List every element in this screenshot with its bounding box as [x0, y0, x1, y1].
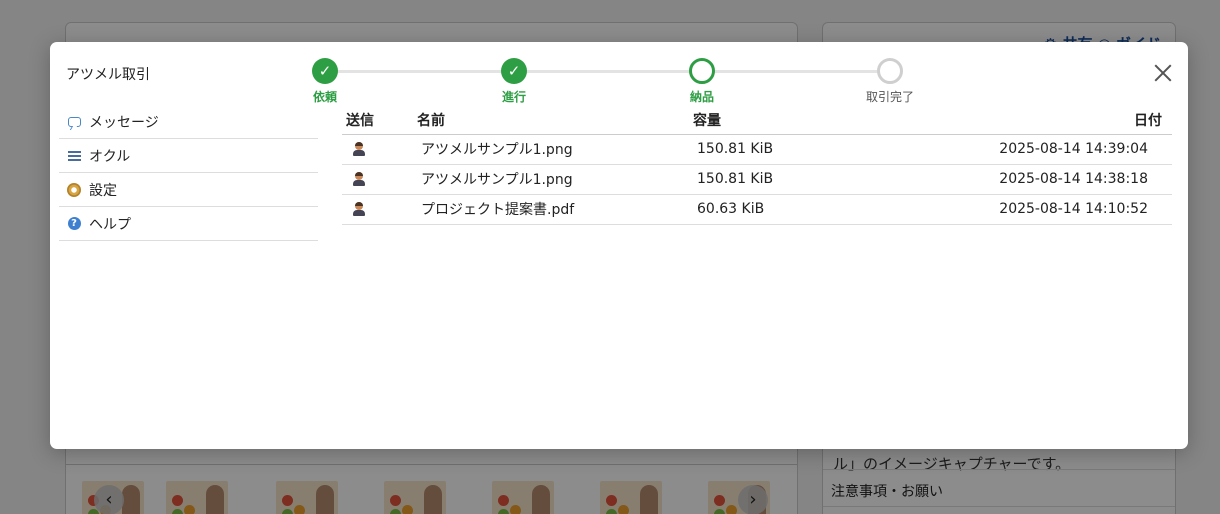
table-row[interactable]: プロジェクト提案書.pdf 60.63 KiB 2025-08-14 14:10… — [342, 194, 1172, 225]
sender-cell — [342, 194, 413, 225]
table-row[interactable]: アツメルサンプル1.png 150.81 KiB 2025-08-14 14:3… — [342, 134, 1172, 165]
stepper-track — [326, 70, 886, 73]
column-header-size[interactable]: 容量 — [689, 106, 889, 135]
gear-icon — [67, 182, 81, 197]
list-icon — [67, 149, 81, 163]
step-complete: 取引完了 — [850, 58, 930, 105]
modal-title: アツメル取引 — [66, 67, 150, 83]
file-name[interactable]: アツメルサンプル1.png — [413, 164, 689, 195]
help-icon: ? — [67, 217, 81, 231]
step-label: 進行 — [501, 90, 526, 104]
sender-cell — [342, 134, 413, 165]
file-name[interactable]: アツメルサンプル1.png — [413, 134, 689, 165]
table-header-row: 送信 名前 容量 日付 — [342, 106, 1172, 135]
file-size: 150.81 KiB — [689, 134, 889, 165]
user-icon — [352, 172, 366, 186]
current-step-icon — [689, 58, 715, 84]
sidebar-item-help[interactable]: ? ヘルプ — [59, 207, 318, 241]
column-header-send[interactable]: 送信 — [342, 106, 413, 135]
sidebar-item-message[interactable]: メッセージ — [59, 105, 318, 139]
check-icon: ✓ — [312, 58, 338, 84]
close-icon[interactable] — [1152, 62, 1174, 84]
file-date: 2025-08-14 14:39:04 — [889, 134, 1172, 165]
sender-cell — [342, 164, 413, 195]
sidebar-item-label: 設定 — [89, 182, 117, 199]
sidebar-item-okuru[interactable]: オクル — [59, 139, 318, 173]
step-delivery: 納品 — [662, 58, 742, 105]
step-label: 取引完了 — [865, 90, 914, 104]
step-label: 依頼 — [312, 90, 337, 104]
file-size: 150.81 KiB — [689, 164, 889, 195]
pending-step-icon — [877, 58, 903, 84]
file-date: 2025-08-14 14:10:52 — [889, 194, 1172, 225]
modal-sidebar: メッセージ オクル 設定 ? ヘルプ — [59, 105, 318, 241]
file-name[interactable]: プロジェクト提案書.pdf — [413, 194, 689, 225]
user-icon — [352, 142, 366, 156]
sidebar-item-settings[interactable]: 設定 — [59, 173, 318, 207]
message-icon — [67, 115, 81, 129]
sidebar-item-label: ヘルプ — [89, 216, 131, 233]
progress-stepper: ✓ 依頼 ✓ 進行 納品 取引完了 — [312, 58, 914, 105]
file-date: 2025-08-14 14:38:18 — [889, 164, 1172, 195]
table-row[interactable]: アツメルサンプル1.png 150.81 KiB 2025-08-14 14:3… — [342, 164, 1172, 195]
user-icon — [352, 202, 366, 216]
check-icon: ✓ — [501, 58, 527, 84]
step-label: 納品 — [689, 90, 714, 104]
sidebar-item-label: メッセージ — [89, 114, 159, 131]
step-request: ✓ 依頼 — [285, 58, 365, 105]
column-header-date[interactable]: 日付 — [889, 106, 1172, 135]
file-table: 送信 名前 容量 日付 アツメルサンプル1.png 150.81 KiB 202… — [342, 106, 1172, 225]
step-progress: ✓ 進行 — [474, 58, 554, 105]
file-size: 60.63 KiB — [689, 194, 889, 225]
column-header-name[interactable]: 名前 — [413, 106, 689, 135]
transaction-modal: アツメル取引 ✓ 依頼 ✓ 進行 納品 取引完了 メッセージ オクル 設定 ? … — [50, 42, 1188, 449]
sidebar-item-label: オクル — [89, 148, 131, 165]
